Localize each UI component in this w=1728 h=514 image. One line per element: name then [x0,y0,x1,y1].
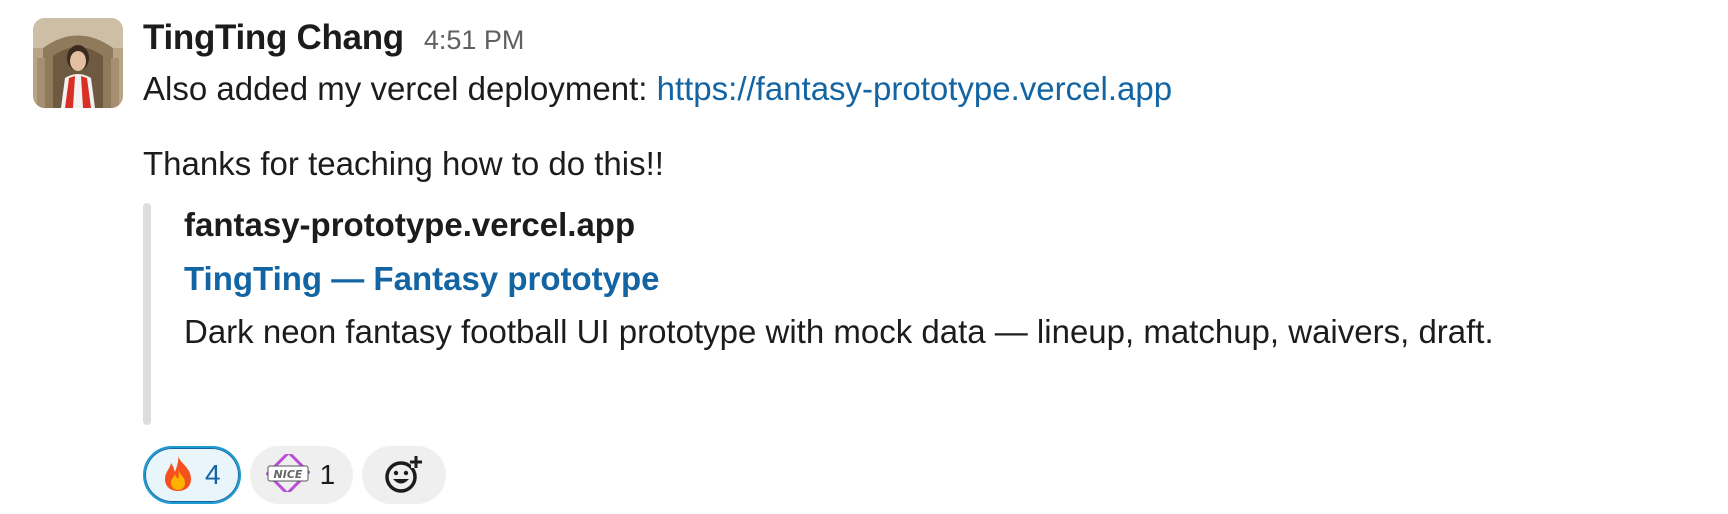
fire-emoji-icon [161,454,195,497]
link-preview-title[interactable]: TingTing — Fantasy prototype [184,255,1673,303]
reaction-count: 1 [319,459,336,490]
avatar[interactable] [33,18,123,108]
reaction-fire[interactable]: 4 [143,446,241,504]
message-text-line-2: Thanks for teaching how to do this!! [143,145,664,182]
reactions-bar: 4 NICE 1 [143,446,447,504]
reaction-nice[interactable]: NICE 1 [249,446,354,504]
add-reaction-icon [385,456,423,493]
nice-emoji-icon: NICE [264,449,311,497]
svg-text:NICE: NICE [273,468,302,481]
message-header: TingTing Chang 4:51 PM [143,18,1673,58]
message-text: Also added my vercel deployment: [143,70,657,107]
message-text-line-1: Also added my vercel deployment: https:/… [143,68,1673,110]
message-content: TingTing Chang 4:51 PM Also added my ver… [143,18,1673,425]
sender-name[interactable]: TingTing Chang [143,18,404,58]
link-preview: fantasy-prototype.vercel.app TingTing — … [143,201,1673,425]
link-preview-description: Dark neon fantasy football UI prototype … [184,313,1494,350]
add-reaction-button[interactable] [362,446,447,504]
link-preview-site: fantasy-prototype.vercel.app [184,206,636,243]
reaction-count: 4 [205,459,221,490]
timestamp[interactable]: 4:51 PM [424,25,525,56]
deployment-link[interactable]: https://fantasy-prototype.vercel.app [657,70,1172,107]
avatar-image [33,18,123,108]
link-preview-bar [143,203,151,425]
